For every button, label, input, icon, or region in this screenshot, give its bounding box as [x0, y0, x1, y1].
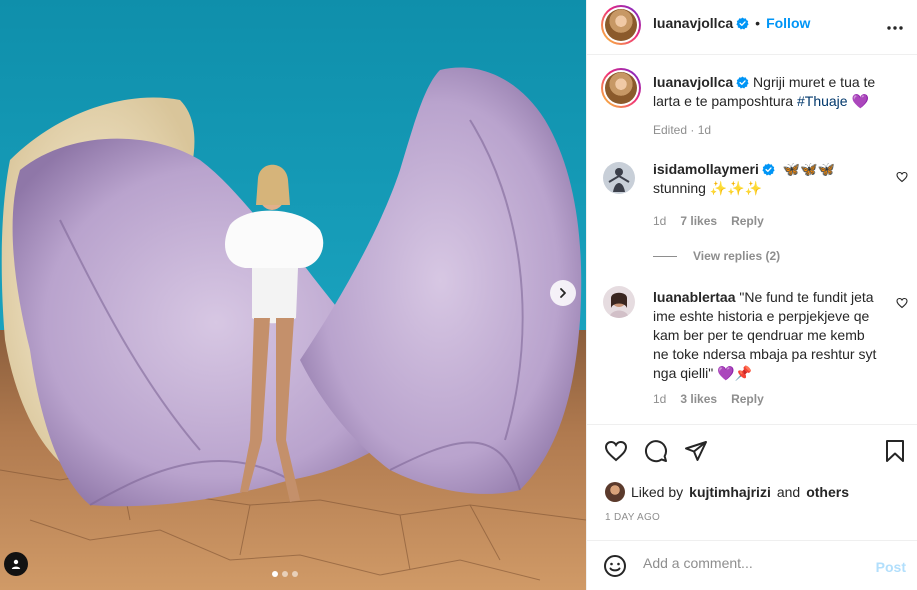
- heart-icon: [896, 297, 908, 309]
- liker-avatar[interactable]: [605, 482, 625, 502]
- comment-emoji: 🦋🦋🦋: [782, 161, 836, 177]
- share-icon: [685, 441, 707, 461]
- verified-badge-icon: [736, 16, 749, 29]
- follow-button[interactable]: Follow: [766, 15, 810, 31]
- comment-reply-button[interactable]: Reply: [731, 392, 764, 406]
- comment-username[interactable]: luanablertaa: [653, 289, 735, 305]
- likes-prefix: Liked by: [631, 484, 684, 500]
- comment-button[interactable]: [644, 439, 668, 466]
- caption-meta: Edited · 1d: [653, 123, 712, 137]
- comment-like-button[interactable]: [896, 170, 908, 186]
- heart-icon: [604, 440, 628, 462]
- dot-separator: •: [755, 15, 761, 31]
- comment-text: isidamollaymeri 🦋🦋🦋 stunning ✨✨✨: [653, 160, 881, 198]
- caption-hashtag[interactable]: #Thuaje: [797, 93, 848, 109]
- carousel-dot-active: [272, 571, 278, 577]
- share-button[interactable]: [684, 439, 708, 466]
- post-header: luanavjollca • Follow: [587, 0, 917, 55]
- carousel-indicator: [272, 571, 298, 577]
- likes-summary: Liked by kujtimhajrizi and others: [605, 482, 849, 502]
- emoji-icon: [604, 555, 626, 577]
- post-media[interactable]: [0, 0, 586, 590]
- more-options-button[interactable]: [886, 18, 904, 34]
- comment-meta: 1d 7 likes Reply: [653, 214, 764, 228]
- author-avatar[interactable]: [601, 5, 641, 45]
- comment-text: luanablertaa "Ne fund te fundit jeta ime…: [653, 288, 879, 383]
- user-tag-button[interactable]: [4, 552, 28, 576]
- verified-badge-icon: [762, 163, 775, 176]
- comment-meta: 1d 3 likes Reply: [653, 392, 764, 406]
- carousel-dot: [282, 571, 288, 577]
- liker-username[interactable]: kujtimhajrizi: [689, 484, 771, 500]
- caption-text-block: luanavjollca Ngriji muret e tua te larta…: [653, 73, 903, 111]
- emoji-button[interactable]: [603, 554, 627, 581]
- comment-reply-button[interactable]: Reply: [731, 214, 764, 228]
- likes-and: and: [776, 484, 801, 500]
- bookmark-icon: [886, 440, 904, 462]
- commenter-avatar[interactable]: [603, 286, 635, 318]
- view-replies-button[interactable]: View replies (2): [653, 249, 780, 263]
- comment-body: stunning ✨✨✨: [653, 180, 763, 196]
- caption-emoji: 💜: [851, 93, 869, 109]
- post-details-panel: luanavjollca • Follow luanavjollca Ngrij…: [586, 0, 917, 590]
- comment-age: 1d: [653, 214, 667, 228]
- author-username[interactable]: luanavjollca: [653, 15, 733, 31]
- comment-age: 1d: [653, 392, 667, 406]
- carousel-dot: [292, 571, 298, 577]
- user-tag-icon: [11, 559, 21, 569]
- post-comment-button[interactable]: Post: [876, 559, 906, 575]
- heart-icon: [896, 171, 908, 183]
- comment-username[interactable]: isidamollaymeri: [653, 161, 759, 177]
- add-comment-bar: Post: [587, 540, 917, 590]
- comment-like-button[interactable]: [896, 296, 908, 312]
- caption-username[interactable]: luanavjollca: [653, 74, 733, 90]
- comment-likes[interactable]: 3 likes: [680, 392, 717, 406]
- post-date: 1 DAY AGO: [605, 512, 661, 523]
- likes-others-link[interactable]: others: [806, 484, 849, 500]
- verified-badge-icon: [736, 76, 749, 89]
- post-photo: [0, 0, 586, 590]
- comment-icon: [645, 440, 667, 463]
- commenter-avatar[interactable]: [603, 162, 635, 194]
- save-button[interactable]: [883, 439, 907, 466]
- like-button[interactable]: [604, 439, 628, 466]
- post-actions-bar: [587, 424, 917, 476]
- comment-input[interactable]: [643, 555, 853, 571]
- comment-likes[interactable]: 7 likes: [680, 214, 717, 228]
- view-replies-label: View replies (2): [693, 249, 781, 263]
- carousel-next-button[interactable]: [550, 280, 576, 306]
- chevron-right-icon: [560, 288, 566, 298]
- caption-author-avatar[interactable]: [601, 68, 641, 108]
- more-options-icon: [887, 26, 903, 30]
